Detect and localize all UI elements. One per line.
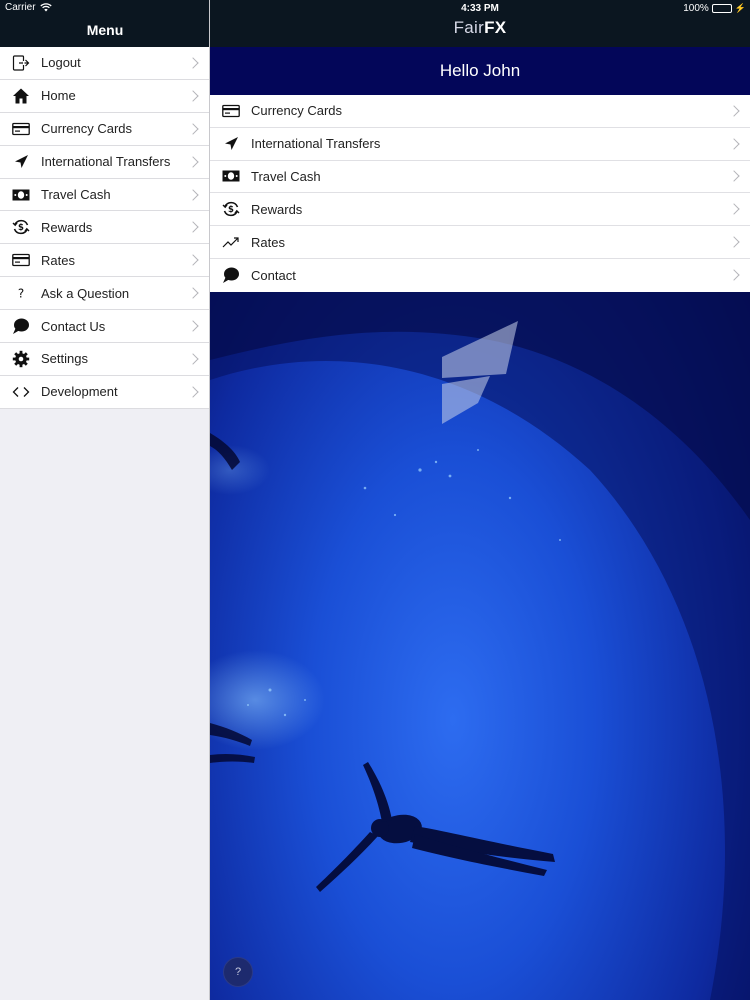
logout-icon	[11, 53, 31, 73]
chevron-right-icon	[728, 105, 740, 117]
sidebar-item-label: Logout	[41, 55, 81, 71]
chevron-right-icon	[728, 138, 740, 150]
chevron-right-icon	[187, 353, 199, 365]
question-icon: ?	[11, 283, 31, 303]
sidebar-item-home[interactable]: Home	[0, 79, 209, 113]
menu-item-contact[interactable]: Contact	[210, 258, 750, 292]
send-icon	[11, 152, 31, 172]
menu-item-travel-cash[interactable]: Travel Cash	[210, 160, 750, 194]
chevron-right-icon	[728, 236, 740, 248]
status-time: 4:33 PM	[461, 3, 499, 14]
send-icon	[221, 134, 241, 154]
sidebar-item-label: Rewards	[41, 219, 93, 235]
menu-item-label: International Transfers	[251, 136, 381, 152]
svg-text:$: $	[228, 205, 234, 215]
help-button[interactable]: ?	[223, 957, 253, 987]
menu-item-label: Contact	[251, 267, 296, 283]
card-icon	[11, 119, 31, 139]
menu-item-currency-cards[interactable]: Currency Cards	[210, 95, 750, 128]
code-icon	[11, 382, 31, 402]
chevron-right-icon	[187, 123, 199, 135]
sidebar-item-rewards[interactable]: $ Rewards	[0, 211, 209, 245]
navigation-bar: 4:33 PM 100% ⚡ FairFX	[210, 0, 750, 47]
chevron-right-icon	[187, 320, 199, 332]
sidebar-item-currency-cards[interactable]: Currency Cards	[0, 112, 209, 146]
status-battery: 100% ⚡	[683, 3, 746, 14]
sidebar-item-label: Development	[41, 384, 118, 400]
side-menu-title: Menu	[86, 22, 124, 38]
rewards-icon: $	[221, 199, 241, 219]
chevron-right-icon	[187, 221, 199, 234]
sidebar-item-ask-a-question[interactable]: ? Ask a Question	[0, 277, 209, 311]
cash-icon	[221, 166, 241, 186]
main-panel: 4:33 PM 100% ⚡ FairFX Hello John Currenc…	[210, 0, 750, 1000]
sidebar-item-label: Currency Cards	[41, 121, 133, 137]
svg-text:?: ?	[18, 287, 24, 301]
sidebar-item-label: Travel Cash	[41, 187, 111, 202]
chevron-right-icon	[187, 155, 199, 168]
menu-item-label: Currency Cards	[251, 103, 343, 119]
brand-logo-fair: Fair	[453, 18, 485, 37]
menu-item-rewards[interactable]: $ Rewards	[210, 193, 750, 227]
chat-icon	[11, 316, 31, 336]
sidebar-item-settings[interactable]: Settings	[0, 343, 209, 376]
svg-text:$: $	[18, 224, 24, 234]
card-icon	[221, 101, 241, 121]
chevron-right-icon	[187, 386, 199, 398]
wifi-icon	[39, 3, 52, 12]
sidebar-item-label: Ask a Question	[41, 285, 130, 301]
cash-icon	[11, 185, 31, 205]
chevron-right-icon	[728, 269, 740, 282]
status-left: Carrier	[5, 2, 52, 13]
trend-icon	[221, 232, 241, 252]
main-menu-list: Currency Cards International Transfers T…	[210, 95, 750, 292]
menu-item-international-transfers[interactable]: International Transfers	[210, 127, 750, 161]
menu-item-label: Rates	[251, 234, 285, 250]
sidebar-item-label: Contact Us	[41, 318, 106, 334]
side-menu: Carrier Menu Logout Home Currency Cards …	[0, 0, 210, 1000]
charging-icon: ⚡	[734, 3, 746, 13]
sidebar-item-travel-cash[interactable]: Travel Cash	[0, 178, 209, 212]
rewards-icon: $	[11, 217, 31, 237]
chat-icon	[221, 265, 241, 285]
chevron-right-icon	[187, 254, 199, 266]
chevron-right-icon	[187, 57, 199, 69]
battery-icon	[711, 4, 732, 13]
greeting-text: Hello John	[439, 61, 521, 80]
menu-item-rates[interactable]: Rates	[210, 226, 750, 259]
sidebar-item-label: Settings	[41, 351, 88, 367]
greeting-bar: Hello John	[210, 47, 750, 95]
home-icon	[11, 86, 31, 106]
sidebar-item-label: Rates	[41, 252, 75, 268]
menu-item-label: Rewards	[251, 201, 303, 217]
side-menu-list: Logout Home Currency Cards International…	[0, 47, 209, 409]
carrier-label: Carrier	[5, 2, 36, 13]
sidebar-item-development[interactable]: Development	[0, 375, 209, 409]
sidebar-item-international-transfers[interactable]: International Transfers	[0, 145, 209, 179]
brand-logo: FairFX	[210, 18, 750, 38]
battery-percentage: 100%	[683, 3, 709, 14]
sidebar-item-contact-us[interactable]: Contact Us	[0, 310, 209, 344]
sidebar-item-label: Home	[41, 88, 76, 104]
chevron-right-icon	[728, 203, 740, 215]
sidebar-item-logout[interactable]: Logout	[0, 47, 209, 80]
brand-logo-fx: FX	[484, 18, 507, 37]
gear-icon	[11, 349, 31, 369]
chevron-right-icon	[187, 287, 199, 299]
sidebar-item-label: International Transfers	[41, 154, 171, 170]
rates-card-icon	[11, 250, 31, 270]
chevron-right-icon	[187, 188, 199, 201]
menu-item-label: Travel Cash	[251, 168, 321, 184]
chevron-right-icon	[728, 170, 740, 183]
sidebar-item-rates[interactable]: Rates	[0, 244, 209, 278]
chevron-right-icon	[187, 90, 199, 102]
side-menu-header: Carrier Menu	[0, 0, 209, 47]
